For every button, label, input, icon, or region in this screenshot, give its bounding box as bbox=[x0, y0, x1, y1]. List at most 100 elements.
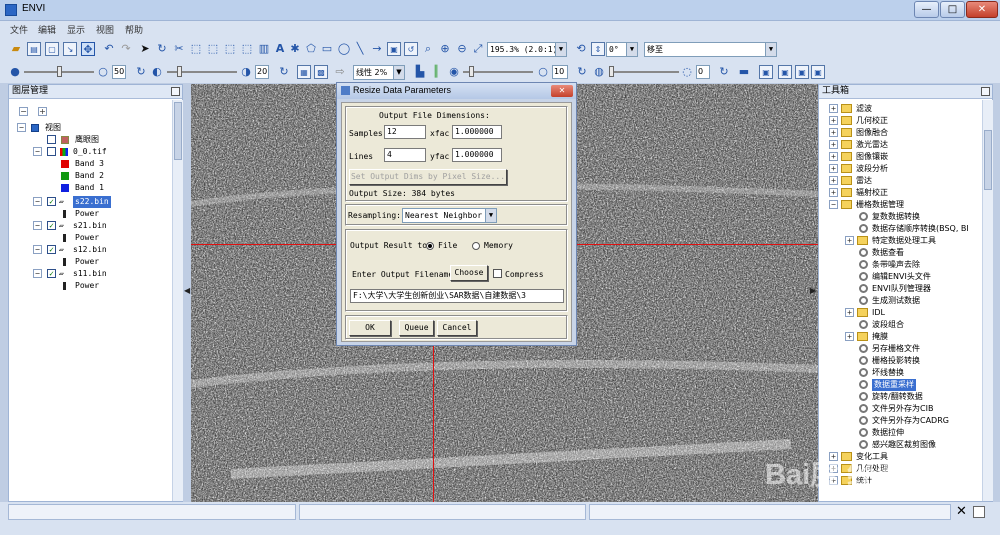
toolbox-tool[interactable]: 数据重采样 bbox=[819, 379, 981, 391]
menu-help[interactable]: 帮助 bbox=[125, 23, 143, 36]
status-log-icon[interactable] bbox=[973, 506, 985, 518]
collapse-right-icon[interactable]: ▶ bbox=[810, 286, 817, 298]
view4-icon[interactable]: ▣ bbox=[811, 65, 825, 79]
layer-scrollbar[interactable] bbox=[172, 100, 183, 501]
toolbox-folder[interactable]: + 波段分析 bbox=[819, 163, 981, 175]
collapse-icon[interactable]: − bbox=[829, 200, 838, 209]
expand-icon[interactable]: + bbox=[829, 152, 838, 161]
brightness-value[interactable]: 50 bbox=[112, 65, 126, 79]
slider-knob[interactable] bbox=[469, 66, 474, 77]
toolbox-tool[interactable]: 坏线替换 bbox=[819, 367, 981, 379]
band-item[interactable]: Band 3 bbox=[61, 158, 171, 170]
layer-checkbox[interactable] bbox=[47, 135, 56, 144]
text-icon[interactable]: A bbox=[273, 42, 287, 56]
polygon-icon[interactable]: ⬠ bbox=[304, 42, 318, 56]
layer-checkbox[interactable]: ✓ bbox=[47, 221, 56, 230]
toolbox-folder[interactable]: + 图像融合 bbox=[819, 127, 981, 139]
queue-button[interactable]: Queue bbox=[399, 320, 434, 336]
expand-all-icon[interactable]: + bbox=[38, 107, 47, 116]
toolbox-tool[interactable]: 波段组合 bbox=[819, 319, 981, 331]
expand-icon[interactable]: + bbox=[845, 308, 854, 317]
flicker-icon[interactable]: ▬ bbox=[737, 65, 751, 79]
stretch-icon[interactable]: ▦ bbox=[297, 65, 311, 79]
xfac-input[interactable]: 1.000000 bbox=[452, 125, 502, 139]
maximize-button[interactable]: □ bbox=[940, 1, 965, 18]
sharpen-value[interactable]: 10 bbox=[552, 65, 568, 79]
expand-icon[interactable]: + bbox=[829, 176, 838, 185]
menu-display[interactable]: 显示 bbox=[67, 23, 85, 36]
save-icon[interactable]: ▤ bbox=[27, 42, 41, 56]
rotate-step-icon[interactable]: ⇕ bbox=[591, 42, 605, 56]
toolbox-tool[interactable]: 文件另外存为CIB bbox=[819, 403, 981, 415]
set-output-dims-button[interactable]: Set Output Dims by Pixel Size... bbox=[349, 169, 507, 185]
layer-item-view[interactable]: − 视图 bbox=[17, 122, 167, 134]
toolbox-folder[interactable]: + 辐射校正 bbox=[819, 187, 981, 199]
tool-select[interactable]: 移至 ▼ bbox=[644, 42, 777, 57]
rotate-left-icon[interactable]: ⟲ bbox=[574, 42, 588, 56]
toolbox-folder[interactable]: + 激光雷达 bbox=[819, 139, 981, 151]
samples-input[interactable]: 12 bbox=[384, 125, 426, 139]
compress-checkbox[interactable] bbox=[493, 269, 502, 278]
ok-button[interactable]: OK bbox=[349, 320, 391, 336]
expand-icon[interactable]: + bbox=[829, 116, 838, 125]
color-icon[interactable]: ▩ bbox=[314, 65, 328, 79]
toolbox-tool[interactable]: 数据存储顺序转换(BSQ, BI bbox=[819, 223, 981, 235]
rotate-select[interactable]: 0° ▼ bbox=[606, 42, 638, 57]
band-item[interactable]: Power bbox=[61, 232, 171, 244]
panel-menu-icon[interactable] bbox=[171, 87, 180, 96]
band-item[interactable]: Power bbox=[61, 280, 171, 292]
toolbox-tool[interactable]: 感兴趣区裁剪图像 bbox=[819, 439, 981, 451]
zoom-in-icon[interactable]: ⊕ bbox=[438, 42, 452, 56]
zoom-select[interactable]: 195.3% (2.0:1) ▼ bbox=[487, 42, 567, 57]
collapse-icon[interactable]: − bbox=[33, 269, 42, 278]
toolbox-tool[interactable]: ENVI队列管理器 bbox=[819, 283, 981, 295]
slider-knob[interactable] bbox=[609, 66, 614, 77]
export-icon[interactable]: ↘ bbox=[63, 42, 77, 56]
bars-icon[interactable]: ▥ bbox=[257, 42, 271, 56]
expand-icon[interactable]: + bbox=[829, 188, 838, 197]
select-icon[interactable]: ➤ bbox=[138, 42, 152, 56]
toolbox-tool[interactable]: 生成测试数据 bbox=[819, 295, 981, 307]
dialog-close-button[interactable]: ✕ bbox=[551, 85, 573, 97]
sharpen-slider[interactable] bbox=[463, 66, 533, 77]
new-icon[interactable]: ▢ bbox=[45, 42, 59, 56]
lines-input[interactable]: 4 bbox=[384, 148, 426, 162]
resampling-select[interactable]: Nearest Neighbor ▼ bbox=[402, 208, 497, 223]
toolbox-tool[interactable]: 数据拉伸 bbox=[819, 427, 981, 439]
ellipse-icon[interactable]: ◯ bbox=[337, 42, 351, 56]
collapse-icon[interactable]: − bbox=[33, 147, 42, 156]
toolbox-folder[interactable]: + IDL bbox=[819, 307, 981, 319]
scrollbar-thumb[interactable] bbox=[174, 102, 182, 160]
cut-icon[interactable]: ✂ bbox=[172, 42, 186, 56]
pan-icon[interactable]: ✥ bbox=[81, 42, 95, 56]
zoom-icon[interactable]: ⌕ bbox=[421, 42, 435, 56]
menu-edit[interactable]: 编辑 bbox=[38, 23, 56, 36]
menu-view[interactable]: 视图 bbox=[96, 23, 114, 36]
expand-icon[interactable]: + bbox=[829, 104, 838, 113]
refresh-icon[interactable]: ↺ bbox=[404, 42, 418, 56]
toolbox-tool[interactable]: 文件另外存为CADRG bbox=[819, 415, 981, 427]
collapse-left-icon[interactable]: ◀ bbox=[184, 286, 191, 298]
histogram-icon[interactable]: ▙ bbox=[413, 65, 427, 79]
toolbox-tool[interactable]: 条带噪声去除 bbox=[819, 259, 981, 271]
output-filename-input[interactable]: F:\大学\大学生创新创业\SAR数据\自建数据\3 bbox=[350, 289, 564, 303]
band-item[interactable]: Power bbox=[61, 256, 171, 268]
collapse-icon[interactable]: − bbox=[33, 221, 42, 230]
layer-checkbox[interactable]: ✓ bbox=[47, 269, 56, 278]
vertex4-icon[interactable]: ⬚ bbox=[240, 42, 254, 56]
reset-icon[interactable]: ↻ bbox=[717, 65, 731, 79]
redo-icon[interactable]: ↷ bbox=[119, 42, 133, 56]
image-icon[interactable]: ▣ bbox=[387, 42, 401, 56]
layer-checkbox[interactable] bbox=[47, 147, 56, 156]
collapse-icon[interactable]: − bbox=[17, 123, 26, 132]
memory-radio[interactable] bbox=[472, 242, 480, 250]
toolbox-tool[interactable]: 复数数据转换 bbox=[819, 211, 981, 223]
layer-item-s12[interactable]: − ✓ ▱ s12.bin bbox=[33, 244, 173, 256]
layer-item-overview[interactable]: 鹰眼图 bbox=[43, 134, 173, 146]
toolbox-tool[interactable]: 编辑ENVI头文件 bbox=[819, 271, 981, 283]
vertex3-icon[interactable]: ⬚ bbox=[223, 42, 237, 56]
panel-menu-icon[interactable] bbox=[981, 87, 990, 96]
band-item[interactable]: Band 1 bbox=[61, 182, 171, 194]
menu-file[interactable]: 文件 bbox=[10, 23, 28, 36]
stretch-select[interactable]: 线性 2% ▼ bbox=[353, 65, 405, 80]
